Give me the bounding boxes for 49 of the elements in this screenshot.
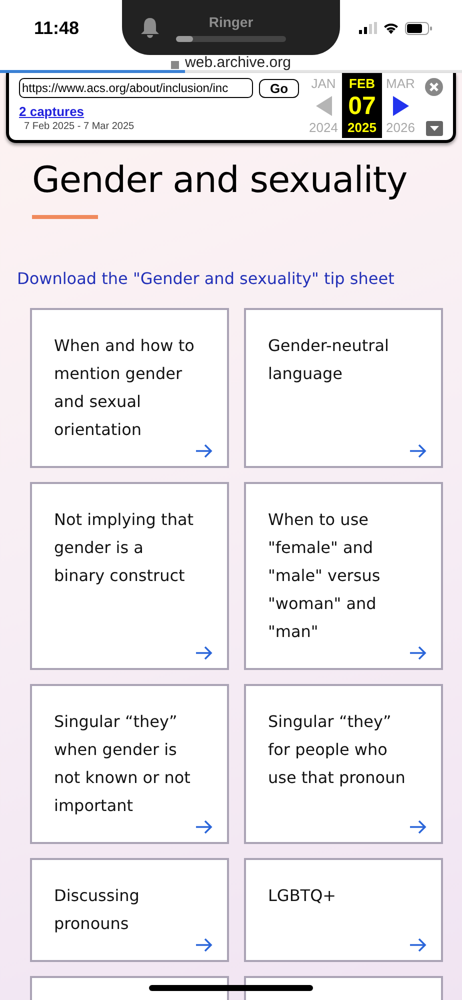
capture-range: 7 Feb 2025 - 7 Mar 2025 xyxy=(24,121,136,132)
topic-card[interactable]: Singular “they” for people who use that pronoun xyxy=(244,684,443,844)
battery-icon xyxy=(405,22,432,34)
wifi-icon xyxy=(383,22,399,34)
month-label: FEB xyxy=(349,76,375,91)
go-button[interactable]: Go xyxy=(259,78,300,98)
card-title: When to use "female" and "male" versus "woman" and "man" xyxy=(268,509,382,643)
url-field[interactable]: https://www.acs.org/about/inclusion/inc xyxy=(19,78,253,98)
topic-card[interactable]: Singular “they” when gender is not known or not important xyxy=(30,684,229,844)
month-label: MAR xyxy=(386,76,415,91)
page-title: Gender and sexuality xyxy=(32,159,408,203)
topic-card[interactable]: When to use "female" and "male" versus "woman" and "man" xyxy=(244,482,443,670)
card-title: Gender-neutral language xyxy=(268,335,390,385)
topic-card[interactable]: When and how to mention gender and sexual orientation xyxy=(30,308,229,468)
arrow-right-icon xyxy=(409,938,427,952)
arrow-right-icon xyxy=(195,938,213,952)
day-label: 07 xyxy=(348,92,376,118)
card-title: Discussing pronouns xyxy=(54,885,140,935)
topic-card[interactable]: LGBTQ+ xyxy=(244,858,443,962)
month-label: JAN xyxy=(311,76,336,91)
ringer-label: Ringer xyxy=(208,14,254,30)
dropdown-icon[interactable] xyxy=(426,121,442,136)
card-title: Singular “they” when gender is not known or not important xyxy=(54,711,192,817)
month-column[interactable]: FEB 07 2025 xyxy=(342,73,382,138)
next-arrow-icon[interactable] xyxy=(392,96,408,116)
year-label: 2024 xyxy=(309,120,338,135)
year-label: 2026 xyxy=(386,120,415,135)
clock-time: 11:48 xyxy=(34,18,80,38)
arrow-right-icon xyxy=(409,444,427,458)
card-title: LGBTQ+ xyxy=(268,885,338,907)
arrow-right-icon xyxy=(409,820,427,834)
topic-card[interactable]: Gender-neutral language xyxy=(244,308,443,468)
close-icon[interactable] xyxy=(425,78,443,96)
arrow-right-icon xyxy=(409,646,427,660)
arrow-right-icon xyxy=(195,444,213,458)
tip-sheet-link[interactable]: Download the "Gender and sexuality" tip sheet xyxy=(17,269,394,288)
arrow-right-icon xyxy=(195,646,213,660)
card-title: Not implying that gender is a binary construct xyxy=(54,509,195,587)
captures-link[interactable]: 2 captures xyxy=(19,104,84,119)
lock-icon xyxy=(171,61,180,69)
topic-card[interactable]: Not implying that gender is a binary construct xyxy=(30,482,229,670)
topic-card[interactable]: Discussing pronouns xyxy=(30,858,229,962)
address-text[interactable]: web.archive.org xyxy=(185,54,291,70)
signal-icon xyxy=(359,22,377,34)
card-title: Singular “they” for people who use that pronoun xyxy=(268,711,406,789)
bell-icon xyxy=(140,16,160,38)
year-label: 2025 xyxy=(348,120,376,135)
card-title: When and how to mention gender and sexual orientation xyxy=(54,335,196,441)
arrow-right-icon xyxy=(195,820,213,834)
